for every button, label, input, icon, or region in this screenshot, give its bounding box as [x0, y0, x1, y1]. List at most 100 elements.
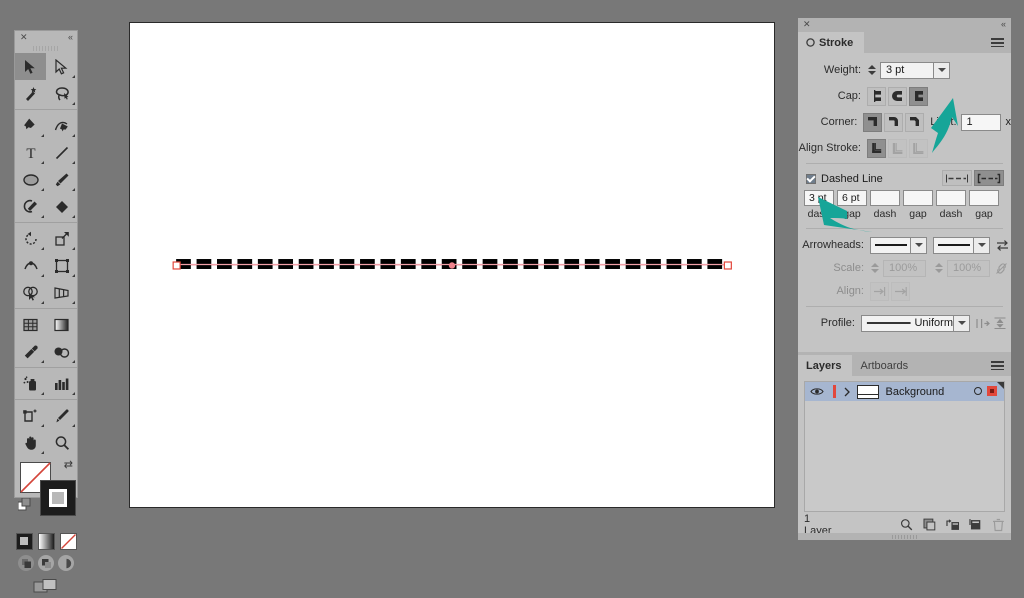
fill-stroke-swatches[interactable]: ⇄ [15, 456, 77, 530]
weight-combo[interactable]: 3 pt [880, 61, 950, 79]
panel-menu-icon[interactable] [991, 361, 1004, 370]
tools-panel[interactable]: ✕ « T ⇄ [14, 30, 78, 593]
round-join-button[interactable] [884, 112, 904, 132]
dash-gap-fields[interactable]: 3 pt dash 6 pt gap dash gap dash gap [798, 190, 1011, 220]
column-graph-tool[interactable] [46, 370, 77, 397]
align-stroke-row[interactable]: Align Stroke: [798, 137, 1011, 159]
direct-selection-tool[interactable] [46, 53, 77, 80]
create-new-layer-button[interactable] [969, 518, 982, 531]
dashed-line-row[interactable]: Dashed Line [798, 170, 1011, 188]
weight-input[interactable]: 3 pt [880, 61, 933, 79]
align-arrowheads-button-group[interactable] [870, 281, 912, 301]
ellipse-tool[interactable] [15, 166, 46, 193]
stepper-updown-icon[interactable] [867, 62, 877, 78]
draw-inside-button[interactable] [58, 555, 74, 571]
stroke-panel-tab-row[interactable]: Stroke [798, 32, 1011, 53]
close-icon[interactable]: ✕ [20, 32, 28, 43]
layer-thumbnail[interactable] [856, 384, 879, 399]
gap-field-2[interactable] [903, 190, 933, 206]
none-mode-button[interactable] [59, 532, 77, 550]
miter-join-button[interactable] [863, 112, 883, 132]
profile-combo[interactable]: Uniform [861, 314, 970, 332]
width-tool[interactable] [15, 252, 46, 279]
projecting-cap-button[interactable] [909, 86, 928, 106]
double-chevron-left-icon[interactable]: « [68, 32, 73, 43]
scale-row[interactable]: Scale: 100% 100% [798, 258, 1011, 278]
shaper-tool[interactable] [15, 193, 46, 220]
target-circle-icon[interactable] [974, 387, 982, 395]
rotate-tool[interactable] [15, 225, 46, 252]
curvature-tool[interactable] [46, 112, 77, 139]
cap-button-group[interactable] [867, 86, 930, 106]
tab-stroke[interactable]: Stroke [798, 32, 865, 53]
arrowhead-start-value[interactable] [870, 236, 910, 254]
paintbrush-tool[interactable] [46, 166, 77, 193]
weight-row[interactable]: Weight: 3 pt [798, 59, 1011, 81]
double-chevron-right-icon[interactable]: « [1001, 19, 1006, 29]
locate-object-button[interactable] [900, 518, 913, 531]
profile-row[interactable]: Profile: Uniform [798, 313, 1011, 333]
dash-align-button-group[interactable] [942, 170, 1004, 186]
layer-name[interactable]: Background [886, 386, 945, 398]
chevron-down-icon[interactable] [953, 314, 970, 332]
stroke-swatch[interactable] [40, 480, 76, 516]
change-screen-mode-button[interactable] [33, 578, 59, 594]
dash-field-cell-1[interactable]: 6 pt gap [837, 190, 867, 220]
shape-builder-tool[interactable] [15, 279, 46, 306]
dash-field-cell-3[interactable]: gap [903, 190, 933, 220]
make-clipping-mask-button[interactable] [923, 518, 936, 531]
tab-artboards[interactable]: Artboards [852, 355, 920, 376]
arrowhead-start-combo[interactable] [870, 236, 927, 254]
align-arrowheads-row[interactable]: Align: [798, 281, 1011, 301]
zoom-tool[interactable] [46, 429, 77, 456]
chevron-down-icon[interactable] [933, 61, 950, 79]
color-mode-row[interactable] [15, 530, 77, 552]
align-stroke-button-group[interactable] [867, 138, 930, 158]
table-row[interactable]: Background [805, 382, 1004, 401]
screen-mode-row[interactable] [15, 574, 77, 598]
color-mode-button[interactable] [15, 532, 33, 550]
dash-field-2[interactable] [870, 190, 900, 206]
scale-tool[interactable] [46, 225, 77, 252]
dash-field-1[interactable]: 3 pt [804, 190, 834, 206]
dash-field-3[interactable] [936, 190, 966, 206]
gap-field-3[interactable] [969, 190, 999, 206]
hand-tool[interactable] [15, 429, 46, 456]
artwork-layer[interactable] [130, 23, 774, 507]
pen-tool[interactable] [15, 112, 46, 139]
magic-wand-tool[interactable] [15, 80, 46, 107]
eye-icon[interactable] [810, 386, 824, 397]
arrowheads-row[interactable]: Arrowheads: [798, 235, 1011, 255]
draw-behind-button[interactable] [38, 555, 54, 571]
gap-field-1[interactable]: 6 pt [837, 190, 867, 206]
layer-list[interactable]: Background [804, 381, 1005, 512]
swap-arrowheads-icon[interactable] [996, 239, 1009, 252]
arrowhead-end-combo[interactable] [933, 236, 990, 254]
panel-menu-icon[interactable] [991, 38, 1004, 47]
perspective-grid-tool[interactable] [46, 279, 77, 306]
layers-panel[interactable]: Layers Artboards Background 1 Layer [798, 355, 1011, 540]
extend-arrow-beyond-end-button[interactable] [870, 281, 889, 301]
line-segment-tool[interactable] [46, 139, 77, 166]
butt-cap-button[interactable] [867, 86, 886, 106]
eyedropper-tool[interactable] [15, 338, 46, 365]
tab-layers[interactable]: Layers [798, 355, 853, 376]
artboard-tool[interactable] [15, 402, 46, 429]
limit-input[interactable]: 1 [960, 113, 1001, 131]
blend-tool[interactable] [46, 338, 77, 365]
dash-field-cell-5[interactable]: gap [969, 190, 999, 220]
free-transform-tool[interactable] [46, 252, 77, 279]
mesh-tool[interactable] [15, 311, 46, 338]
layers-panel-tab-row[interactable]: Layers Artboards [798, 355, 1011, 376]
dashed-line-checkbox[interactable] [806, 174, 816, 184]
corner-row[interactable]: Corner: Limit: 1 x [798, 111, 1011, 133]
gradient-tool[interactable] [46, 311, 77, 338]
symbol-sprayer-tool[interactable] [15, 370, 46, 397]
swap-fill-stroke-icon[interactable]: ⇄ [64, 458, 73, 471]
align-outside-button[interactable] [909, 138, 928, 158]
arrowhead-end-value[interactable] [933, 236, 973, 254]
align-center-button[interactable] [867, 138, 886, 158]
dock-resize-grip[interactable] [798, 533, 1011, 540]
create-new-sublayer-button[interactable] [946, 518, 960, 531]
selection-tool[interactable] [15, 53, 46, 80]
